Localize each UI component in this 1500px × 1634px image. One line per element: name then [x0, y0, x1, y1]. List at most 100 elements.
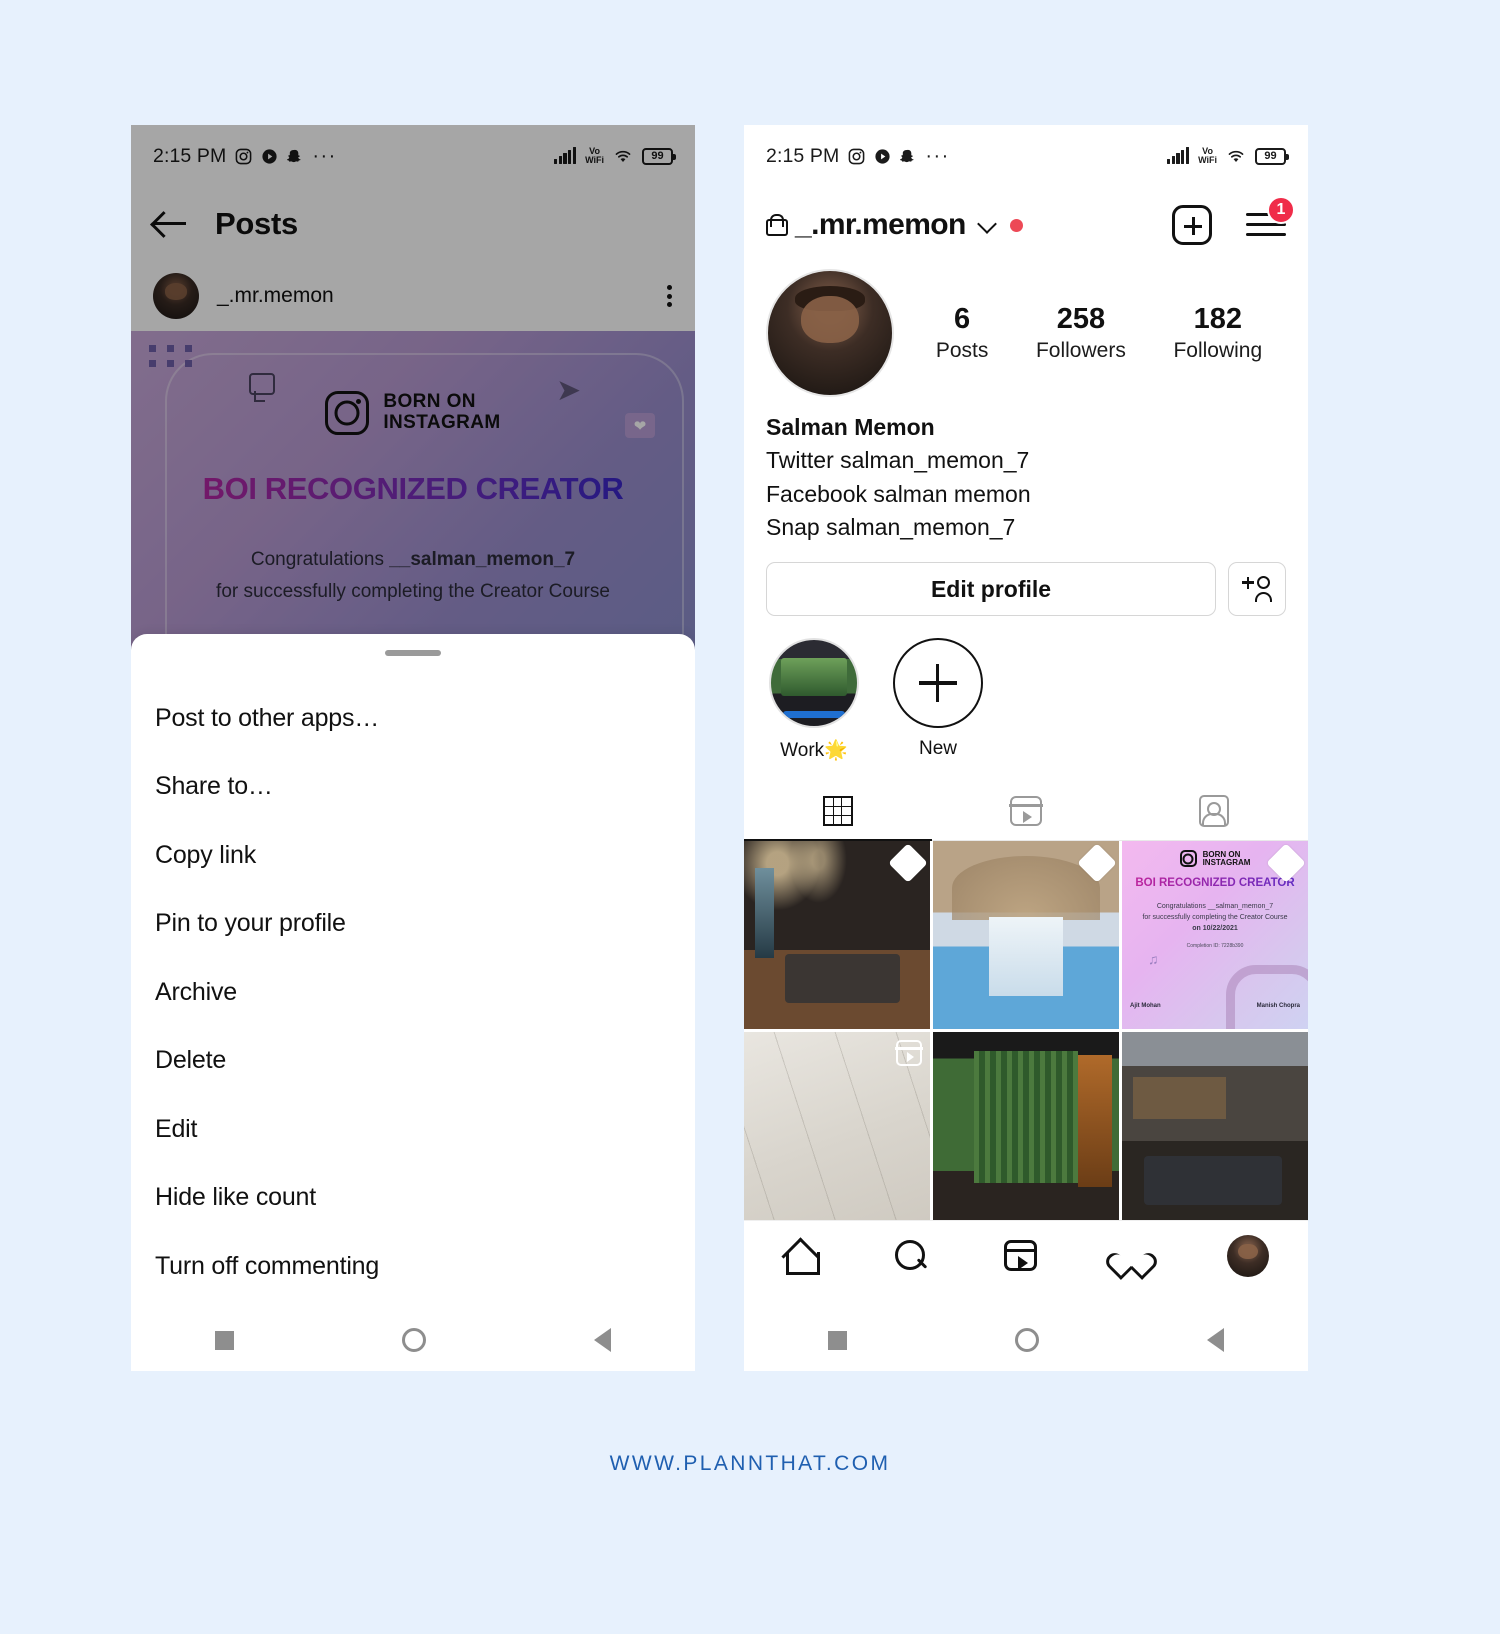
chevron-down-icon[interactable]	[979, 217, 996, 234]
signal-bars-icon	[553, 147, 577, 164]
android-nav-bar-left	[131, 1309, 695, 1371]
highlight-label: Work🌟	[780, 740, 848, 762]
overflow-dots-icon: ···	[925, 145, 950, 167]
dot-grid-decoration	[149, 345, 195, 367]
status-time: 2:15 PM	[153, 144, 227, 167]
post-header: _.mr.memon	[131, 261, 695, 331]
screenshot-canvas: 2:15 PM ··· Vo WiFi 99 Posts _.mr.memon …	[0, 0, 1500, 1634]
grid-icon	[823, 796, 853, 827]
tab-reels[interactable]	[932, 782, 1120, 840]
profile-avatar[interactable]	[766, 269, 894, 397]
home-icon[interactable]	[783, 1240, 820, 1275]
posts-grid: BORN ON INSTAGRAM BOI RECOGNIZED CREATOR…	[744, 841, 1308, 1221]
menu-item-delete[interactable]: Delete	[131, 1027, 695, 1096]
search-icon[interactable]	[894, 1239, 927, 1272]
volte-wifi-icon: Vo WiFi	[585, 146, 604, 165]
footer-watermark: WWW.PLANNTHAT.COM	[609, 1452, 891, 1475]
tagged-icon	[1199, 795, 1229, 828]
status-bar-right: 2:15 PM ··· Vo WiFi 99	[744, 125, 1308, 187]
instagram-bottom-nav	[744, 1220, 1308, 1290]
post-username[interactable]: _.mr.memon	[217, 284, 334, 308]
tab-grid[interactable]	[744, 782, 932, 842]
stat-posts[interactable]: 6 Posts	[936, 303, 989, 363]
volte-wifi-icon: Vo WiFi	[1198, 146, 1217, 165]
posts-app-bar: Posts	[131, 187, 695, 261]
create-post-button[interactable]	[1172, 205, 1212, 245]
stat-followers[interactable]: 258 Followers	[1036, 303, 1126, 363]
profile-display-name: Salman Memon	[766, 414, 935, 440]
menu-item-copy-link[interactable]: Copy link	[131, 821, 695, 890]
instagram-glyph-icon	[325, 391, 370, 435]
menu-item-archive[interactable]: Archive	[131, 958, 695, 1027]
profile-username[interactable]: _.mr.memon	[795, 208, 966, 242]
instagram-glyph-icon	[1179, 850, 1197, 868]
grid-post-4[interactable]	[744, 1032, 930, 1221]
grid-post-1[interactable]	[744, 841, 930, 1030]
play-icon	[261, 148, 278, 165]
profile-avatar-nav[interactable]	[1227, 1234, 1270, 1277]
grid-post-2[interactable]	[933, 841, 1119, 1030]
menu-item-edit[interactable]: Edit	[131, 1095, 695, 1164]
highlight-work[interactable]: Work🌟	[766, 638, 862, 762]
triangle-icon[interactable]	[1207, 1328, 1224, 1352]
cert-signer-1: Ajit Mohan	[1130, 1003, 1161, 1010]
add-person-icon	[1242, 576, 1272, 603]
tab-tagged[interactable]	[1120, 782, 1308, 840]
add-person-button[interactable]	[1228, 562, 1286, 617]
menu-button[interactable]: 1	[1246, 196, 1295, 240]
kebab-menu-icon[interactable]	[667, 282, 673, 311]
instagram-icon	[848, 148, 865, 165]
grid-post-5[interactable]	[933, 1032, 1119, 1221]
left-phone-screenshot: 2:15 PM ··· Vo WiFi 99 Posts _.mr.memon …	[131, 125, 695, 1371]
followers-label: Followers	[1035, 339, 1126, 363]
page-title: Posts	[215, 206, 298, 241]
story-highlights: Work🌟 New	[744, 616, 1308, 762]
reels-icon[interactable]	[1004, 1240, 1038, 1272]
profile-tabbar	[744, 782, 1308, 842]
grid-post-3[interactable]: BORN ON INSTAGRAM BOI RECOGNIZED CREATOR…	[1122, 841, 1308, 1030]
edit-profile-button[interactable]: Edit profile	[766, 562, 1216, 617]
menu-item-post-to-other-apps[interactable]: Post to other apps…	[131, 684, 695, 753]
followers-count: 258	[1056, 302, 1106, 335]
sheet-options-list: Post to other apps… Share to… Copy link …	[131, 656, 695, 1314]
stat-following[interactable]: 182 Following	[1173, 303, 1262, 363]
square-icon[interactable]	[215, 1330, 234, 1350]
circle-icon[interactable]	[1015, 1328, 1039, 1352]
posts-label: Posts	[935, 339, 989, 363]
profile-app-bar: _.mr.memon 1	[744, 187, 1308, 263]
certificate-watermark	[1226, 965, 1308, 1030]
lock-icon	[766, 214, 788, 236]
bio-line-twitter: Twitter salman_memon_7	[766, 447, 1030, 474]
square-icon[interactable]	[828, 1330, 847, 1350]
highlight-label: New	[918, 738, 957, 760]
grid-post-6[interactable]	[1122, 1032, 1308, 1221]
overflow-dots-icon: ···	[312, 145, 337, 167]
profile-stats: 6 Posts 258 Followers 182 Following	[894, 303, 1286, 363]
cert-line3: on 10/22/2021	[1192, 925, 1238, 933]
circle-icon[interactable]	[402, 1328, 426, 1352]
wifi-icon	[1226, 148, 1246, 164]
avatar[interactable]	[153, 273, 199, 319]
menu-item-pin-to-your-profile[interactable]: Pin to your profile	[131, 890, 695, 959]
pin-icon	[1266, 843, 1306, 884]
menu-item-turn-off-commenting[interactable]: Turn off commenting	[131, 1232, 695, 1301]
battery-indicator: 99	[642, 147, 676, 165]
menu-badge: 1	[1267, 196, 1295, 224]
bio-line-snap: Snap salman_memon_7	[766, 514, 1016, 541]
triangle-icon[interactable]	[594, 1328, 611, 1352]
instagram-icon	[235, 148, 252, 165]
menu-item-hide-like-count[interactable]: Hide like count	[131, 1164, 695, 1233]
heart-icon[interactable]	[1115, 1240, 1149, 1271]
status-badge	[1009, 218, 1023, 232]
menu-item-share-to[interactable]: Share to…	[131, 753, 695, 822]
cert-title: BOI RECOGNIZED CREATOR	[1122, 877, 1308, 889]
highlight-new[interactable]: New	[890, 638, 986, 762]
wifi-icon	[613, 148, 633, 164]
snapchat-icon	[287, 148, 303, 165]
new-highlight-icon	[893, 638, 983, 729]
status-bar-left: 2:15 PM ··· Vo WiFi 99	[131, 125, 695, 187]
back-arrow-icon[interactable]	[153, 209, 187, 239]
bio-line-facebook: Facebook salman memon	[766, 480, 1031, 507]
music-note-icon: ♫	[1148, 951, 1159, 968]
profile-bio: Salman Memon Twitter salman_memon_7 Face…	[744, 397, 1308, 544]
